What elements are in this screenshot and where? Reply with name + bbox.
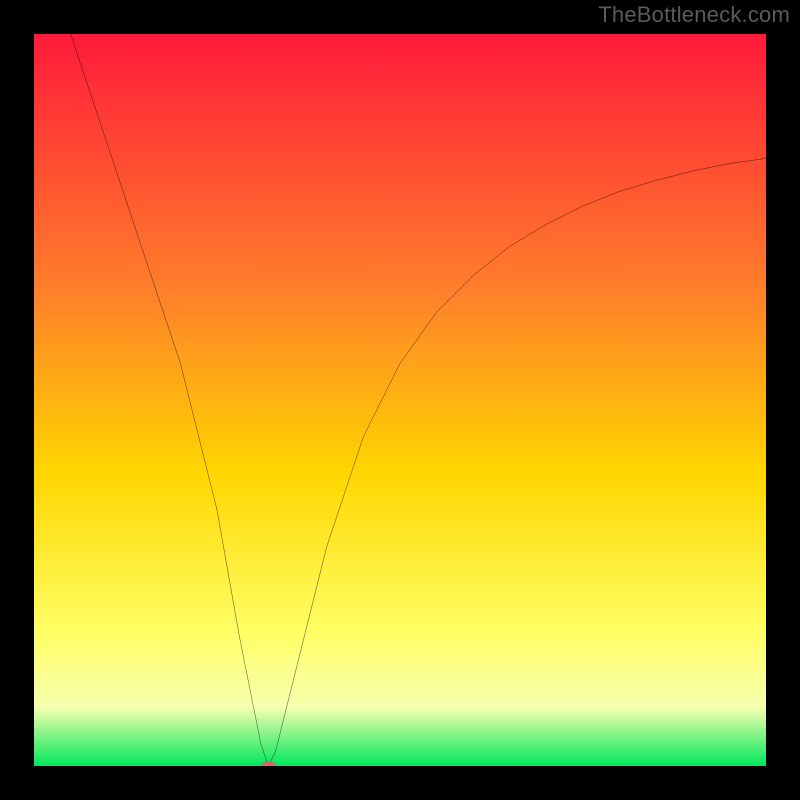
gradient-background xyxy=(34,34,766,766)
bottleneck-chart xyxy=(34,34,766,766)
watermark-text: TheBottleneck.com xyxy=(598,2,790,28)
chart-container: TheBottleneck.com xyxy=(0,0,800,800)
